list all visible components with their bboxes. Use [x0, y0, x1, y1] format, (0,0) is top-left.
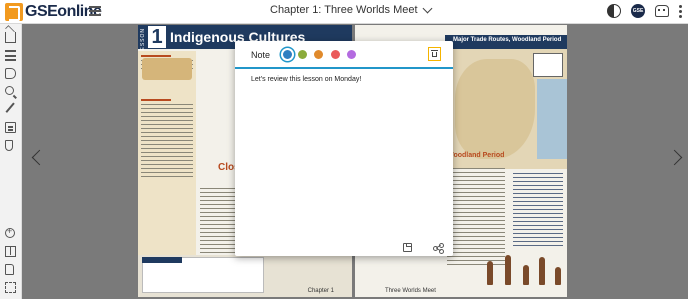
chevron-down-icon	[422, 3, 433, 14]
logo-icon	[5, 3, 23, 21]
logo[interactable]: GSEonline	[5, 3, 102, 21]
menu-icon[interactable]	[89, 6, 101, 16]
top-icon-group: GSE	[607, 4, 682, 18]
highlighter-icon[interactable]	[5, 140, 13, 151]
map-legend	[533, 53, 563, 77]
lesson-number: 1	[148, 26, 166, 48]
map-water	[537, 79, 567, 159]
color-swatch-green[interactable]	[298, 50, 307, 59]
reading-badge	[142, 58, 192, 80]
footer-chapter-label: Three Worlds Meet	[385, 288, 436, 294]
page-footer: Chapter 1	[138, 287, 352, 297]
section-title: Woodland Period	[447, 152, 505, 159]
color-swatch-purple[interactable]	[347, 50, 356, 59]
contrast-icon[interactable]	[607, 4, 621, 18]
note-icon[interactable]	[5, 122, 16, 133]
caption-text	[513, 170, 563, 246]
chapter-title: Chapter 1: Three Worlds Meet	[270, 4, 418, 16]
delete-note-button[interactable]	[428, 47, 441, 61]
note-dialog: Note Let's review this lesson on Monday!	[235, 41, 453, 256]
color-swatch-blue[interactable]	[283, 50, 292, 59]
previous-page-arrow-icon[interactable]	[31, 149, 48, 166]
map-title: Major Trade Routes, Woodland Period	[453, 37, 562, 43]
note-label: Note	[251, 50, 271, 60]
save-icon[interactable]	[403, 243, 412, 252]
note-text-area[interactable]: Let's review this lesson on Monday!	[251, 76, 361, 83]
note-dialog-header: Note	[235, 41, 453, 69]
more-menu-icon[interactable]	[679, 4, 682, 18]
map-land	[455, 59, 535, 159]
color-swatch-orange[interactable]	[314, 50, 323, 59]
robot-icon[interactable]	[655, 5, 669, 17]
trash-icon	[431, 50, 438, 57]
search-icon[interactable]	[5, 86, 14, 95]
page-layout-icon[interactable]	[5, 246, 16, 257]
chapter-selector[interactable]: Chapter 1: Three Worlds Meet	[270, 3, 433, 16]
left-toolbar	[0, 24, 22, 299]
fullscreen-icon[interactable]	[5, 282, 16, 293]
reading-sidebar	[138, 51, 196, 261]
table-of-contents-icon[interactable]	[5, 50, 16, 61]
next-page-arrow-icon[interactable]	[666, 149, 683, 166]
tag-icon[interactable]	[5, 68, 16, 79]
home-icon[interactable]	[5, 32, 16, 43]
zoom-in-icon[interactable]	[5, 226, 15, 238]
learning-goals-header	[142, 257, 182, 263]
color-swatch-red[interactable]	[331, 50, 340, 59]
top-bar: GSEonline Chapter 1: Three Worlds Meet G…	[0, 0, 688, 24]
file-icon[interactable]	[5, 264, 14, 275]
pen-icon[interactable]	[5, 102, 16, 114]
footer-chapter-label: Chapter 1	[307, 288, 334, 294]
avatar[interactable]: GSE	[631, 4, 645, 18]
hunters-illustration	[475, 243, 567, 285]
trade-routes-map	[445, 49, 567, 169]
share-icon[interactable]	[433, 243, 444, 254]
